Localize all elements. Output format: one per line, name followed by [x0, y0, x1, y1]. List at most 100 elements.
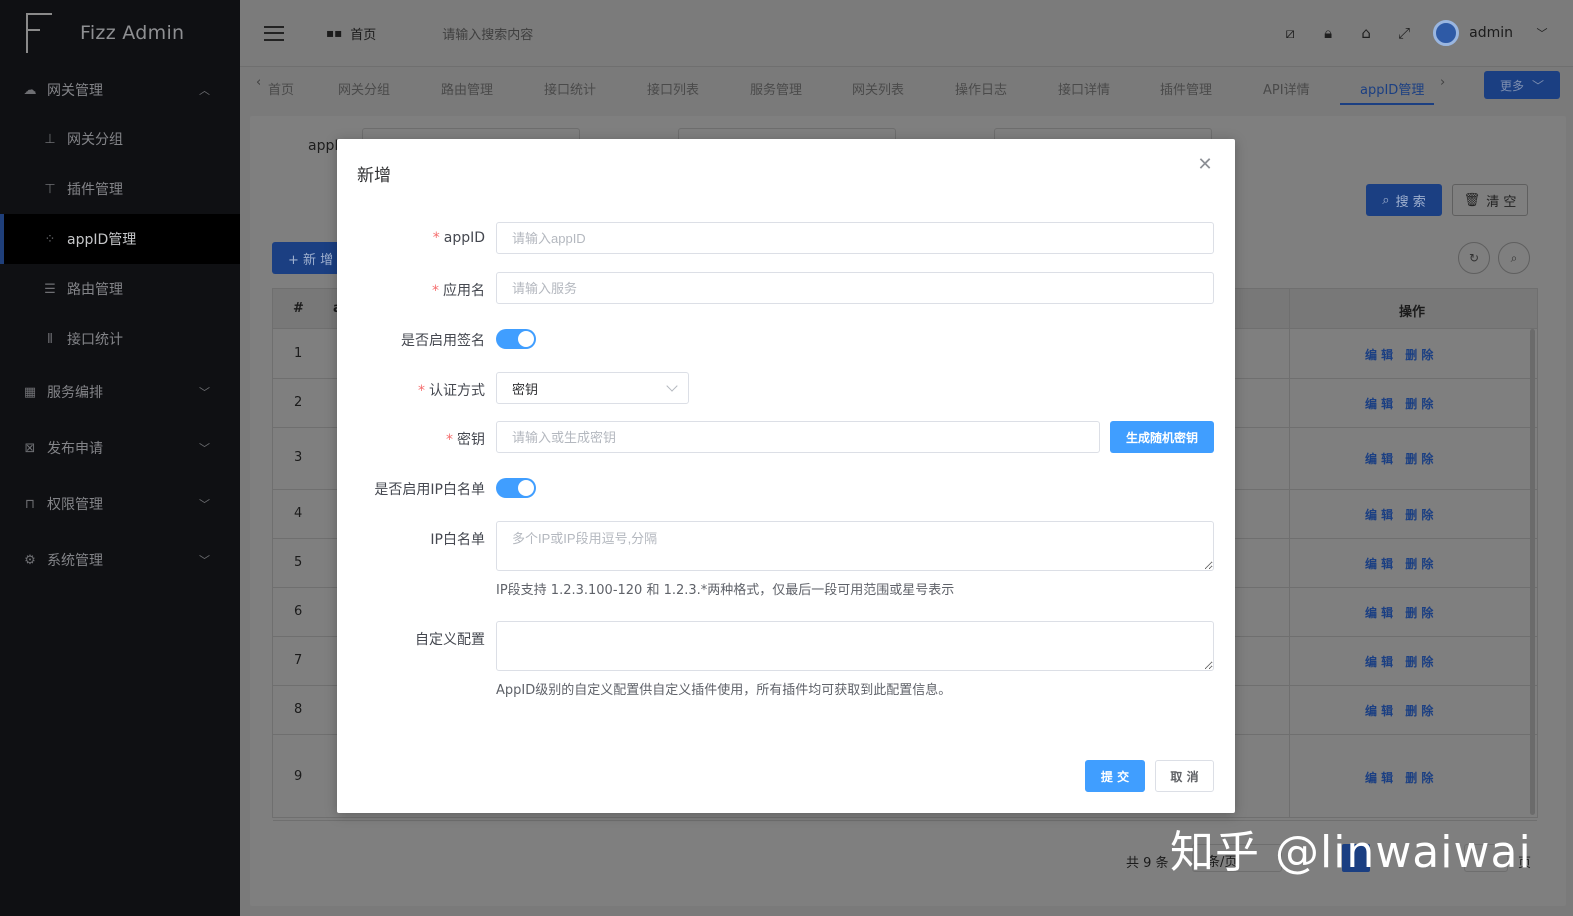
table-scrollbar[interactable] — [1530, 329, 1535, 815]
table-row-actions: 编 辑删 除 — [1365, 395, 1433, 412]
chevron-up-icon: ︿ — [199, 84, 210, 97]
custom-config-textarea[interactable] — [496, 621, 1214, 671]
table-row-index: 9 — [294, 769, 303, 784]
table-row-index: 4 — [294, 505, 303, 521]
sidebar-item-plugin[interactable]: ⊤ 插件管理 — [0, 164, 240, 214]
refresh-icon[interactable]: ↻ — [1458, 242, 1490, 274]
delete-row-button[interactable]: 删 除 — [1405, 346, 1433, 363]
auth-method-select[interactable]: 密钥 — [496, 372, 689, 404]
close-icon[interactable]: ✕ — [1197, 156, 1213, 174]
sidebar-group-publish[interactable]: ⊠ 发布申请 ﹀ — [0, 420, 240, 476]
secret-label-text: 密钥 — [457, 432, 485, 448]
delete-row-button[interactable]: 删 除 — [1405, 702, 1433, 719]
dialog-title: 新增 — [357, 166, 391, 186]
auth-method-label-text: 认证方式 — [429, 383, 485, 399]
ip-whitelist-textarea[interactable] — [496, 521, 1214, 571]
tab-api-list[interactable]: 接口列表 — [647, 79, 699, 98]
fullscreen-icon[interactable]: ⤢ — [1395, 24, 1413, 42]
delete-row-button[interactable]: 删 除 — [1405, 769, 1433, 786]
delete-row-button[interactable]: 删 除 — [1405, 395, 1433, 412]
table-row-index: 3 — [294, 450, 303, 465]
app-name-label: * 应用名 — [432, 283, 485, 299]
pin-icon: ⊤ — [44, 181, 56, 197]
delete-row-button[interactable]: 删 除 — [1405, 450, 1433, 467]
header-toolbar: ⧄ 🔒︎ ⌂ ⤢ admin ﹀ — [1281, 0, 1551, 66]
ip-whitelist-enabled-label: 是否启用IP白名单 — [374, 482, 485, 498]
appid-input[interactable] — [496, 222, 1214, 254]
sidebar: Fizz Admin ☁ 网关管理 ︿ ⊥ 网关分组 ⊤ 插件管理 ⁘ appI… — [0, 0, 240, 916]
lock-icon[interactable]: 🔒︎ — [1319, 24, 1337, 42]
tab-gateway-list[interactable]: 网关列表 — [852, 79, 904, 98]
delete-row-button[interactable]: 删 除 — [1405, 506, 1433, 523]
sidebar-item-gateway-group[interactable]: ⊥ 网关分组 — [0, 114, 240, 164]
chevron-down-icon: ﹀ — [199, 442, 210, 455]
table-row-actions: 编 辑删 除 — [1365, 450, 1433, 467]
sign-enabled-toggle[interactable] — [496, 329, 536, 349]
submit-button[interactable]: 提 交 — [1085, 760, 1145, 792]
app-name-input[interactable] — [496, 272, 1214, 304]
sidebar-group-system[interactable]: ⚙ 系统管理 ﹀ — [0, 532, 240, 588]
tab-route[interactable]: 路由管理 — [441, 79, 493, 98]
sidebar-group-label: 服务编排 — [47, 385, 103, 401]
sidebar-item-route[interactable]: ☰ 路由管理 — [0, 264, 240, 314]
avatar[interactable] — [1433, 20, 1460, 46]
generate-secret-button[interactable]: 生成随机密钥 — [1110, 421, 1214, 453]
sidebar-item-api-stats[interactable]: ⦀ 接口统计 — [0, 314, 240, 364]
tab-plugin[interactable]: 插件管理 — [1160, 79, 1212, 98]
edit-row-button[interactable]: 编 辑 — [1365, 702, 1393, 719]
sidebar-group-label: 系统管理 — [47, 553, 103, 569]
cancel-button[interactable]: 取 消 — [1155, 760, 1214, 792]
edit-row-button[interactable]: 编 辑 — [1365, 653, 1393, 670]
sidebar-item-label: 接口统计 — [67, 332, 123, 348]
auth-method-value: 密钥 — [512, 382, 539, 398]
app-title: Fizz Admin — [80, 22, 185, 44]
chevron-down-icon[interactable]: ﹀ — [1533, 24, 1551, 42]
edit-row-button[interactable]: 编 辑 — [1365, 346, 1393, 363]
delete-row-button[interactable]: 删 除 — [1405, 604, 1433, 621]
edit-row-button[interactable]: 编 辑 — [1365, 506, 1393, 523]
sidebar-item-appid[interactable]: ⁘ appID管理 — [0, 214, 240, 264]
breadcrumb[interactable]: ▪▪ 首页 — [326, 24, 376, 43]
add-button[interactable]: + 新 增 — [272, 242, 342, 274]
edit-row-button[interactable]: 编 辑 — [1365, 450, 1393, 467]
logo-icon — [26, 13, 52, 53]
sitemap-icon: ⊥ — [44, 131, 56, 147]
delete-row-button[interactable]: 删 除 — [1405, 555, 1433, 572]
sidebar-group-gateway[interactable]: ☁ 网关管理 ︿ — [0, 66, 240, 114]
edit-row-button[interactable]: 编 辑 — [1365, 769, 1393, 786]
tab-api-detail[interactable]: 接口详情 — [1058, 79, 1110, 98]
cloud-icon: ☁ — [23, 82, 37, 98]
tab-api-detail-2[interactable]: API详情 — [1263, 79, 1310, 98]
secret-label: * 密钥 — [446, 432, 485, 448]
secret-input[interactable] — [496, 421, 1100, 453]
edit-row-button[interactable]: 编 辑 — [1365, 395, 1393, 412]
menu-toggle-icon[interactable] — [264, 25, 284, 41]
chevron-down-icon: ﹀ — [1532, 78, 1545, 93]
tabs-scroll-left-icon[interactable]: ‹ — [256, 75, 261, 90]
sidebar-group-permission[interactable]: ⊓ 权限管理 ﹀ — [0, 476, 240, 532]
sidebar-group-label: 发布申请 — [47, 441, 103, 457]
ip-whitelist-toggle[interactable] — [496, 478, 536, 498]
search-button[interactable]: ⌕ 搜 索 — [1366, 184, 1442, 216]
tab-op-log[interactable]: 操作日志 — [955, 79, 1007, 98]
table-row-actions: 编 辑删 除 — [1365, 346, 1433, 363]
edit-row-button[interactable]: 编 辑 — [1365, 555, 1393, 572]
top-header: ▪▪ 首页 请输入搜索内容 ⧄ 🔒︎ ⌂ ⤢ admin ﹀ — [240, 0, 1573, 66]
delete-row-button[interactable]: 删 除 — [1405, 653, 1433, 670]
user-name[interactable]: admin — [1469, 25, 1513, 41]
header-search-input[interactable]: 请输入搜索内容 — [442, 24, 533, 43]
tab-api-stats[interactable]: 接口统计 — [544, 79, 596, 98]
theme-shirt-icon[interactable]: ⌂ — [1357, 24, 1375, 42]
search-toggle-icon[interactable]: ⌕ — [1498, 242, 1530, 274]
tabs-more-button[interactable]: 更多 ﹀ — [1484, 71, 1560, 99]
tab-appid[interactable]: appID管理 — [1360, 79, 1424, 98]
edit-row-button[interactable]: 编 辑 — [1365, 604, 1393, 621]
tabs-scroll-right-icon[interactable]: › — [1440, 75, 1445, 90]
sidebar-group-orchestration[interactable]: ▦ 服务编排 ﹀ — [0, 364, 240, 420]
sidebar-item-label: 插件管理 — [67, 182, 123, 198]
clear-button[interactable]: 🗑︎ 清 空 — [1452, 184, 1528, 216]
tab-gateway-group[interactable]: 网关分组 — [338, 79, 390, 98]
tab-home[interactable]: 首页 — [268, 79, 294, 98]
screenshot-icon[interactable]: ⧄ — [1281, 24, 1299, 42]
tab-service[interactable]: 服务管理 — [750, 79, 802, 98]
